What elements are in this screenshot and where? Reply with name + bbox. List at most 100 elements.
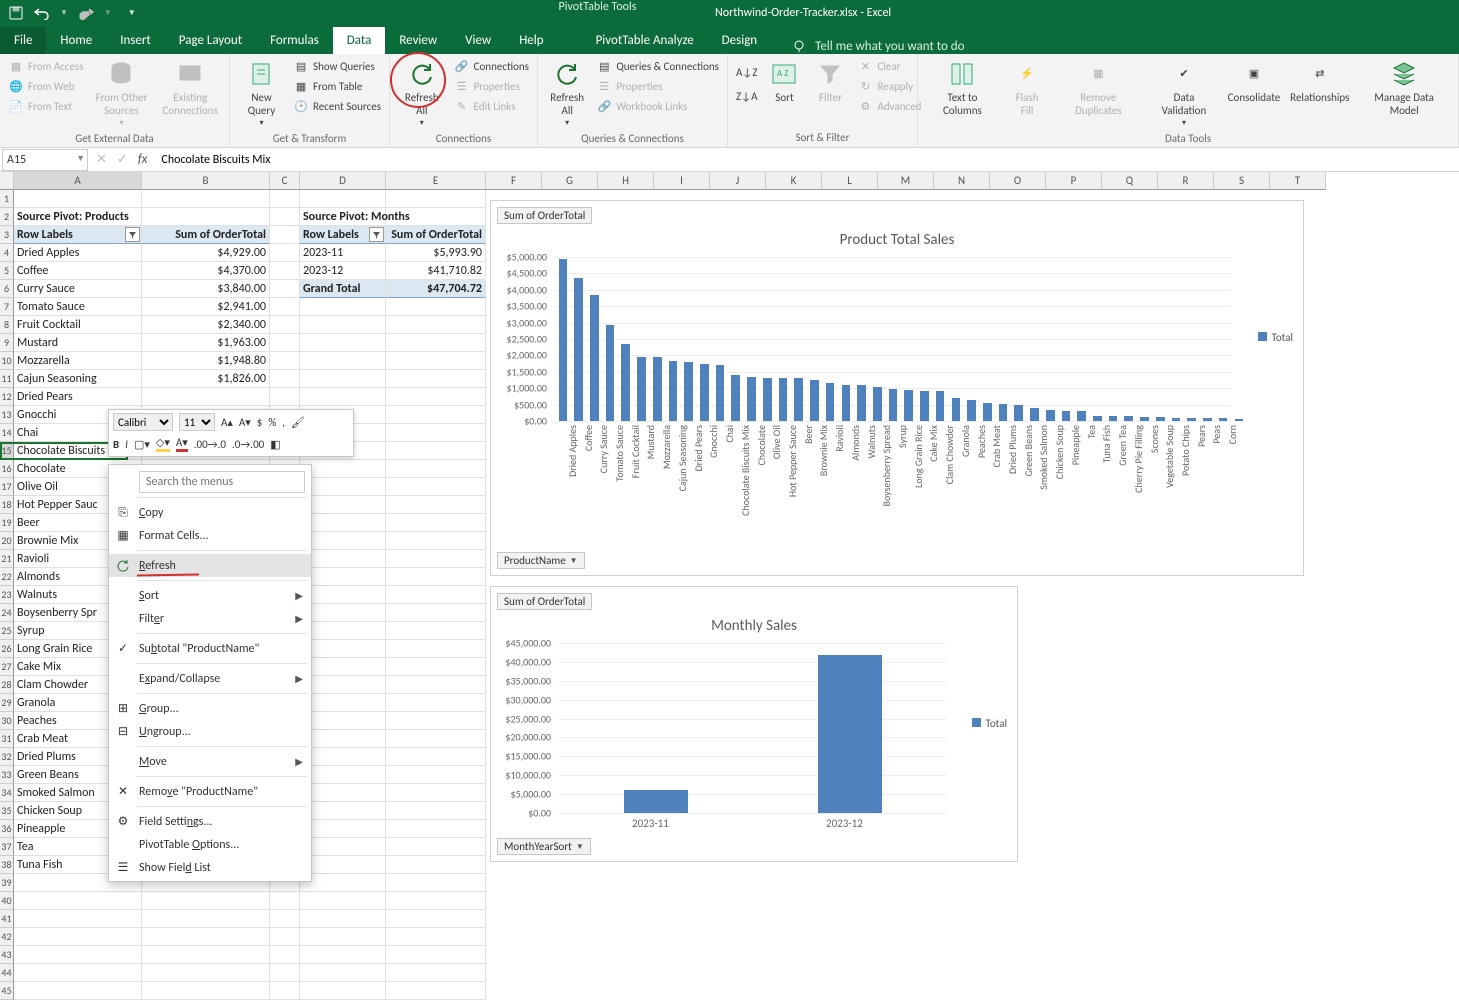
from-other-sources-button[interactable]: From Other Sources▾ [90, 56, 154, 130]
menu-format-cells[interactable]: ▦Format Cells... [109, 524, 311, 547]
reapply-button[interactable]: ↻Reapply [855, 76, 923, 96]
row-header-5[interactable]: 5 [0, 262, 14, 280]
worksheet[interactable]: ABCDEFGHIJKLMNOPQRST 1234567891011121314… [0, 172, 1459, 971]
row-header-45[interactable]: 45 [0, 982, 14, 1000]
row-header-9[interactable]: 9 [0, 334, 14, 352]
format-painter-icon[interactable]: 🖌 [291, 416, 305, 429]
row-header-21[interactable]: 21 [0, 550, 14, 568]
row-header-11[interactable]: 11 [0, 370, 14, 388]
from-table-button[interactable]: ▦From Table [291, 76, 383, 96]
increase-decimal-icon[interactable]: .00→.0 [194, 438, 226, 451]
row-header-2[interactable]: 2 [0, 208, 14, 226]
font-color-icon[interactable]: A▾ [176, 436, 188, 452]
menu-show-field-list[interactable]: ☰Show Field List [109, 856, 311, 879]
name-box[interactable]: A15▼ [2, 149, 88, 171]
row-header-37[interactable]: 37 [0, 838, 14, 856]
font-size-select[interactable]: 11 [179, 413, 215, 431]
new-query-button[interactable]: New Query▾ [236, 56, 287, 130]
row-header-42[interactable]: 42 [0, 928, 14, 946]
menu-ungroup[interactable]: ⊟Ungroup... [109, 720, 311, 743]
col-header-B[interactable]: B [142, 172, 270, 190]
clear-button[interactable]: ✕Clear [855, 56, 923, 76]
menu-group[interactable]: ⊞Group... [109, 697, 311, 720]
chart-product-sales[interactable]: Sum of OrderTotal Product Total Sales $0… [490, 200, 1304, 576]
col-header-H[interactable]: H [598, 172, 654, 190]
row-header-14[interactable]: 14 [0, 424, 14, 442]
row-header-25[interactable]: 25 [0, 622, 14, 640]
clear-format-icon[interactable]: ◧ [270, 438, 280, 451]
chevron-down-icon[interactable]: ▼ [570, 556, 578, 566]
col-header-M[interactable]: M [878, 172, 934, 190]
accounting-format-icon[interactable]: $ [257, 416, 263, 429]
row-header-43[interactable]: 43 [0, 946, 14, 964]
relationships-button[interactable]: ⇄Relationships [1287, 56, 1352, 107]
filter-dropdown-icon[interactable] [125, 227, 140, 242]
row-header-16[interactable]: 16 [0, 460, 14, 478]
borders-icon[interactable]: ▢▾ [134, 438, 150, 451]
row-header-41[interactable]: 41 [0, 910, 14, 928]
menu-field-settings[interactable]: ⚙Field Settings... [109, 810, 311, 833]
fx-icon[interactable]: fx [138, 152, 148, 167]
text-to-columns-button[interactable]: Text to Columns [924, 56, 1001, 119]
row-header-33[interactable]: 33 [0, 766, 14, 784]
bold-icon[interactable]: B [113, 438, 119, 451]
from-web-button[interactable]: 🌐From Web [6, 76, 86, 96]
comma-format-icon[interactable]: , [282, 416, 285, 429]
row-header-40[interactable]: 40 [0, 892, 14, 910]
row-header-29[interactable]: 29 [0, 694, 14, 712]
chevron-down-icon[interactable]: ▼ [76, 153, 85, 164]
sort-desc-button[interactable]: Z↓A [734, 86, 759, 106]
undo-icon[interactable] [34, 5, 50, 21]
row-header-30[interactable]: 30 [0, 712, 14, 730]
remove-duplicates-button[interactable]: ▦Remove Duplicates [1053, 56, 1143, 119]
col-header-P[interactable]: P [1046, 172, 1102, 190]
data-validation-button[interactable]: ✔Data Validation▾ [1147, 56, 1220, 130]
row-header-8[interactable]: 8 [0, 316, 14, 334]
increase-font-icon[interactable]: A▴ [221, 416, 233, 429]
manage-data-model-button[interactable]: Manage Data Model [1356, 56, 1452, 119]
row-header-3[interactable]: 3 [0, 226, 14, 244]
font-name-select[interactable]: Calibri [113, 413, 173, 431]
row-header-7[interactable]: 7 [0, 298, 14, 316]
col-header-R[interactable]: R [1158, 172, 1214, 190]
select-all-corner[interactable] [0, 172, 14, 190]
col-header-L[interactable]: L [822, 172, 878, 190]
menu-refresh[interactable]: Refresh [109, 554, 311, 577]
col-header-A[interactable]: A [14, 172, 142, 190]
row-header-28[interactable]: 28 [0, 676, 14, 694]
tab-help[interactable]: Help [505, 27, 557, 54]
row-header-32[interactable]: 32 [0, 748, 14, 766]
col-header-F[interactable]: F [486, 172, 542, 190]
row-header-6[interactable]: 6 [0, 280, 14, 298]
refresh-all-button-2[interactable]: Refresh All▾ [544, 56, 590, 130]
show-queries-button[interactable]: ▤Show Queries [291, 56, 383, 76]
filter-button[interactable]: Filter [809, 56, 851, 107]
col-header-T[interactable]: T [1270, 172, 1326, 190]
row-header-38[interactable]: 38 [0, 856, 14, 874]
menu-expand-collapse[interactable]: Expand/Collapse▶ [109, 667, 311, 690]
row-header-12[interactable]: 12 [0, 388, 14, 406]
row-header-17[interactable]: 17 [0, 478, 14, 496]
from-text-button[interactable]: 📄From Text [6, 96, 86, 116]
tab-data[interactable]: Data [333, 27, 386, 54]
menu-remove[interactable]: ✕Remove "ProductName" [109, 780, 311, 803]
sort-asc-button[interactable]: A↓Z [734, 62, 759, 82]
row-header-26[interactable]: 26 [0, 640, 14, 658]
menu-search-input[interactable] [139, 471, 305, 493]
consolidate-button[interactable]: ▣Consolidate [1225, 56, 1284, 107]
tab-file[interactable]: File [0, 27, 46, 54]
cancel-icon[interactable]: ✕ [96, 152, 107, 167]
row-header-15[interactable]: 15 [0, 442, 14, 460]
workbook-links-button[interactable]: 🔗Workbook Links [594, 96, 721, 116]
filter-dropdown-icon[interactable] [369, 227, 384, 242]
chevron-down-icon[interactable]: ▼ [576, 842, 584, 852]
save-icon[interactable] [8, 5, 24, 21]
sort-button[interactable]: A Z Sort [763, 56, 805, 107]
row-header-1[interactable]: 1 [0, 190, 14, 208]
row-header-31[interactable]: 31 [0, 730, 14, 748]
undo-dropdown-icon[interactable]: ▼ [60, 8, 68, 18]
row-header-34[interactable]: 34 [0, 784, 14, 802]
row-header-22[interactable]: 22 [0, 568, 14, 586]
from-access-button[interactable]: ▦From Access [6, 56, 86, 76]
row-header-35[interactable]: 35 [0, 802, 14, 820]
